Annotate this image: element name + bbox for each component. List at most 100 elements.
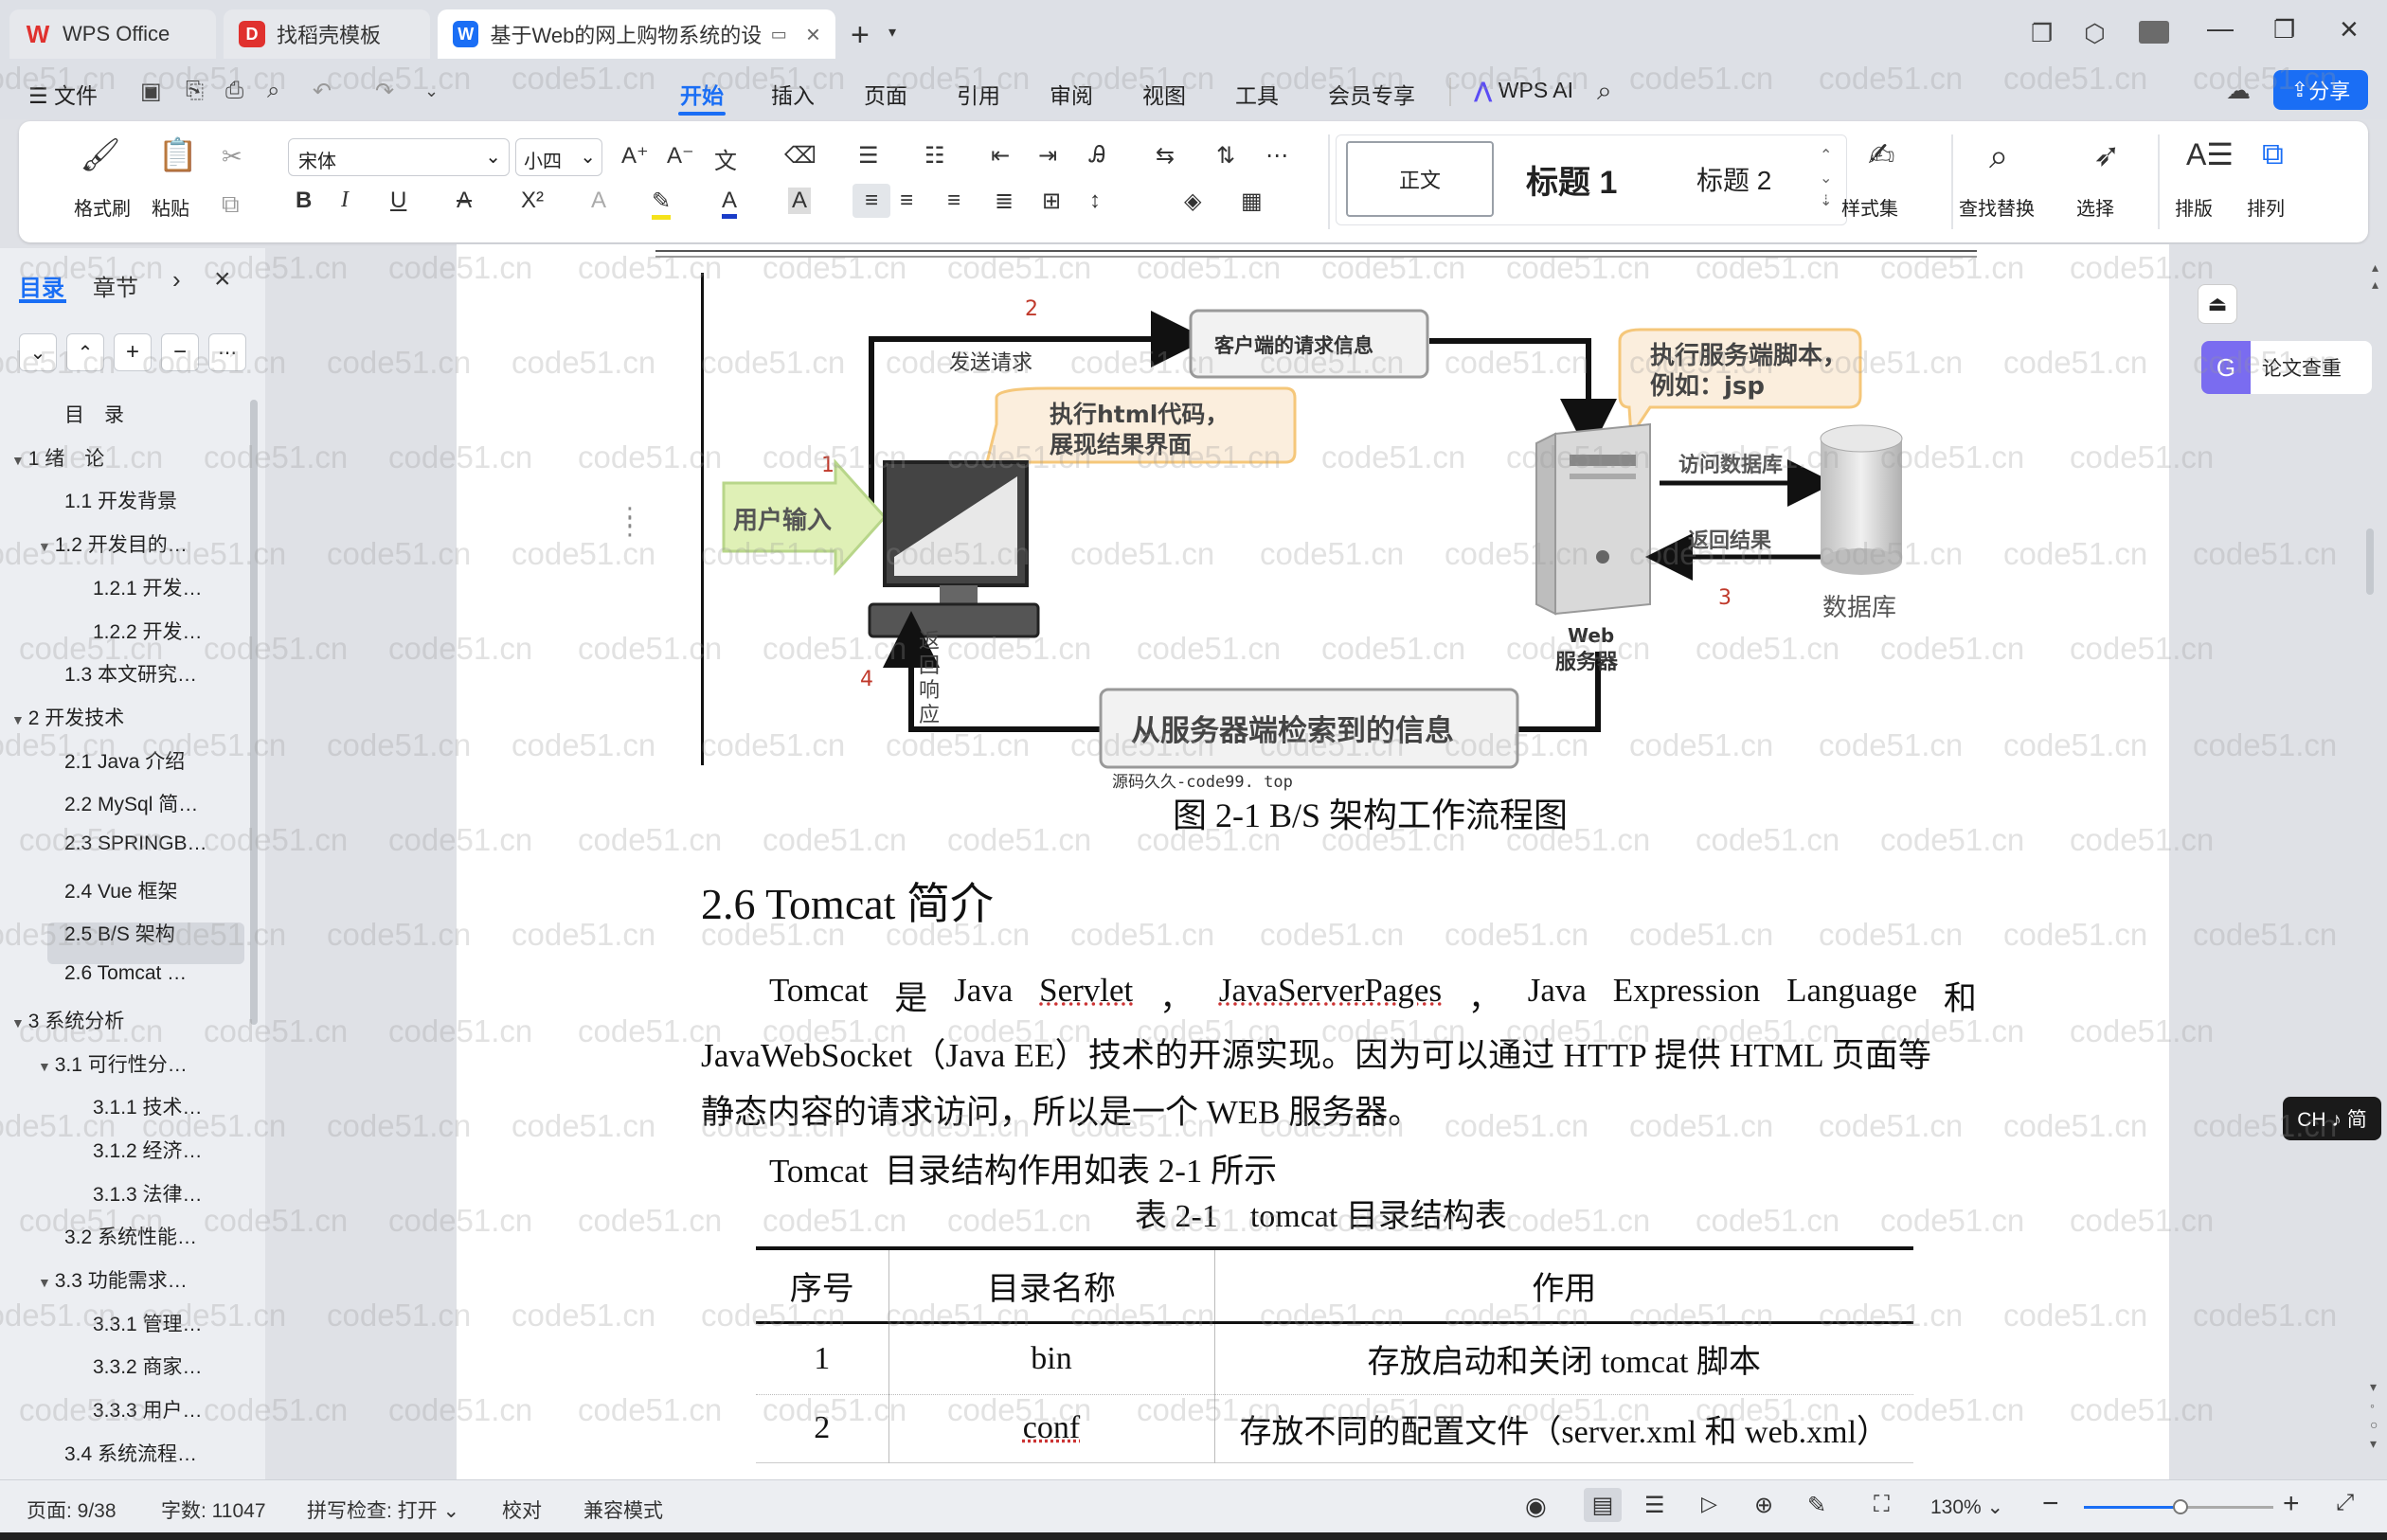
spell-check[interactable]: 拼写检查: 打开 ⌄ bbox=[307, 1495, 459, 1524]
tab-template[interactable]: D 找稻壳模板 bbox=[224, 9, 430, 59]
style-set-icon[interactable]: ✍ bbox=[1868, 136, 1895, 174]
toc-item[interactable]: 1.3 本文研究… bbox=[64, 659, 197, 688]
plagiarism-check-button[interactable]: G 论文查重 bbox=[2201, 341, 2372, 394]
decrease-indent-icon[interactable]: ⇤ bbox=[991, 142, 1010, 170]
zoom-slider-thumb[interactable] bbox=[2173, 1499, 2188, 1514]
gallery-scroll-icon[interactable]: ⌃ ⌄ ⇣ bbox=[1820, 145, 1832, 213]
maximize-icon[interactable]: ❐ bbox=[2273, 15, 2295, 45]
toc-item[interactable]: 2.5 B/S 架构 bbox=[64, 919, 175, 947]
menu-wps-ai[interactable]: ⋀ WPS AI bbox=[1474, 78, 1573, 103]
show-marks-icon[interactable]: ⋯ bbox=[1265, 142, 1288, 170]
remove-icon[interactable]: − bbox=[161, 333, 199, 371]
expand-arrow-icon[interactable]: ▼ bbox=[11, 453, 28, 468]
scroll-up-icon[interactable]: ▴ ▴ bbox=[2372, 259, 2378, 293]
toc-item[interactable]: 3.2 系统性能… bbox=[64, 1222, 197, 1250]
cut-icon[interactable]: ✂ bbox=[222, 142, 242, 171]
print-icon[interactable]: ⎙ bbox=[225, 78, 243, 104]
font-size-select[interactable]: 小四 ⌄ bbox=[515, 138, 602, 176]
font-name-select[interactable]: 宋体 ⌄ bbox=[288, 138, 510, 176]
menu-reference[interactable]: 引用 bbox=[957, 78, 1000, 110]
close-pane-icon[interactable]: × bbox=[214, 263, 231, 295]
arrange-icon[interactable]: ⧉ bbox=[2262, 136, 2284, 172]
select-icon[interactable]: ➶ bbox=[2093, 136, 2121, 174]
share-button[interactable]: ⇪ 分享 bbox=[2273, 70, 2368, 110]
align-center-icon[interactable]: ≡ bbox=[900, 188, 913, 214]
fit-page-icon[interactable]: ⛶ bbox=[1874, 1492, 1890, 1518]
toc-item[interactable]: 2.3 SPRINGB… bbox=[64, 833, 207, 855]
menu-member[interactable]: 会员专享 bbox=[1328, 78, 1415, 110]
toc-item[interactable]: 2.2 MySql 简… bbox=[64, 789, 198, 817]
justify-icon[interactable]: ≣ bbox=[995, 188, 1014, 215]
eye-icon[interactable]: ◉ bbox=[1525, 1492, 1547, 1521]
chevron-down-icon[interactable]: ▾ bbox=[888, 23, 896, 42]
toc-item[interactable]: 1.2.2 开发… bbox=[93, 617, 203, 645]
style-heading-2[interactable]: 标题 2 bbox=[1696, 160, 1771, 198]
expand-arrow-icon[interactable]: ▼ bbox=[11, 1015, 28, 1030]
font-color-icon[interactable]: A bbox=[722, 188, 738, 219]
toc-item[interactable]: ▼ 1.2 开发目的… bbox=[38, 529, 188, 558]
toc-item[interactable]: 2.6 Tomcat … bbox=[64, 962, 187, 985]
cube-icon[interactable]: ⬡ bbox=[2084, 19, 2106, 48]
tab-chapter[interactable]: 章节 bbox=[93, 269, 138, 302]
toc-item[interactable]: ▼ 1 绪 论 bbox=[11, 443, 104, 472]
menu-insert[interactable]: 插入 bbox=[771, 78, 815, 110]
zoom-level[interactable]: 130% ⌄ bbox=[1930, 1495, 2003, 1519]
toc-item[interactable]: ▼ 2 开发技术 bbox=[11, 703, 124, 731]
align-right-icon[interactable]: ≡ bbox=[947, 188, 960, 214]
pen-icon[interactable]: ✎ bbox=[1807, 1492, 1826, 1519]
layout-button[interactable]: 排版 bbox=[2175, 193, 2213, 221]
shrink-font-icon[interactable]: A⁻ bbox=[667, 142, 694, 170]
style-set-button[interactable]: 样式集 bbox=[1841, 193, 1898, 221]
numbering-icon[interactable]: ☷ bbox=[924, 142, 945, 170]
expand-icon[interactable]: ⌃ bbox=[66, 333, 104, 371]
shading-icon[interactable]: ◈ bbox=[1184, 188, 1201, 215]
expand-arrow-icon[interactable]: ▼ bbox=[38, 1059, 55, 1074]
distribute-icon[interactable]: ⊞ bbox=[1042, 188, 1061, 215]
word-count[interactable]: 字数: 11047 bbox=[161, 1495, 266, 1524]
bold-icon[interactable]: B bbox=[296, 188, 312, 214]
collapse-icon[interactable]: ⌄ bbox=[19, 333, 57, 371]
italic-icon[interactable]: I bbox=[341, 188, 349, 213]
zoom-in-icon[interactable]: + bbox=[2283, 1488, 2300, 1520]
borders-icon[interactable]: ▦ bbox=[1241, 188, 1263, 215]
window-close-icon[interactable]: × bbox=[2340, 11, 2359, 48]
toc-item[interactable]: 3.1.2 经济… bbox=[93, 1136, 203, 1164]
expand-arrow-icon[interactable]: ▼ bbox=[38, 1275, 55, 1290]
grow-font-icon[interactable]: A⁺ bbox=[621, 142, 649, 170]
export-icon[interactable]: ⎘ bbox=[186, 78, 204, 104]
menu-file[interactable]: ☰ 文件 bbox=[28, 78, 98, 110]
tab-wps-office[interactable]: W WPS Office bbox=[9, 9, 216, 59]
menu-page[interactable]: 页面 bbox=[864, 78, 907, 110]
more-icon[interactable]: ⋯ bbox=[208, 333, 246, 371]
collapse-panel-icon[interactable]: ⏏ bbox=[2198, 284, 2237, 324]
paste-icon[interactable]: 📋 bbox=[158, 136, 198, 174]
save-icon[interactable]: ▣ bbox=[140, 78, 162, 105]
format-painter-icon[interactable]: 🖌 bbox=[80, 136, 120, 174]
page-nav-icon[interactable]: ▾ ◦ ○ ▾ bbox=[2370, 1377, 2378, 1453]
print-preview-icon[interactable]: ⌕ bbox=[267, 78, 279, 104]
menu-view[interactable]: 视图 bbox=[1142, 78, 1186, 110]
expand-arrow-icon[interactable]: ▼ bbox=[11, 712, 28, 727]
redo-icon[interactable]: ↷ bbox=[375, 78, 394, 105]
zoom-slider[interactable] bbox=[2084, 1499, 2273, 1514]
menu-home[interactable]: 开始 bbox=[680, 78, 724, 110]
toc-item[interactable]: ▼ 3.1 可行性分… bbox=[38, 1049, 188, 1078]
highlight-icon[interactable]: ✎ bbox=[652, 188, 672, 220]
sort-icon[interactable]: ⇅ bbox=[1216, 142, 1235, 170]
toc-item[interactable]: 3.4 系统流程… bbox=[64, 1439, 197, 1467]
format-painter-button[interactable]: 格式刷 bbox=[74, 193, 131, 221]
pane-scrollbar[interactable] bbox=[250, 400, 258, 1025]
chevron-right-icon[interactable]: › bbox=[172, 265, 181, 295]
convert-icon[interactable]: ⇆ bbox=[1156, 142, 1175, 170]
expand-arrow-icon[interactable]: ▼ bbox=[38, 539, 55, 554]
strikethrough-icon[interactable]: A bbox=[457, 188, 472, 214]
toc-item[interactable]: ▼ 3.3 功能需求… bbox=[38, 1265, 188, 1294]
menu-review[interactable]: 审阅 bbox=[1050, 78, 1093, 110]
toc-item[interactable]: 2.1 Java 介绍 bbox=[64, 746, 185, 775]
document-scrollbar[interactable] bbox=[2366, 528, 2374, 595]
search-icon[interactable]: ⌕ bbox=[1597, 76, 1612, 107]
page-view-icon[interactable]: ▤ bbox=[1584, 1488, 1622, 1522]
menu-tools[interactable]: 工具 bbox=[1235, 78, 1279, 110]
play-icon[interactable]: ▷ bbox=[1701, 1492, 1717, 1516]
drag-handle-icon[interactable]: ⋮ ⋮ bbox=[618, 504, 642, 538]
